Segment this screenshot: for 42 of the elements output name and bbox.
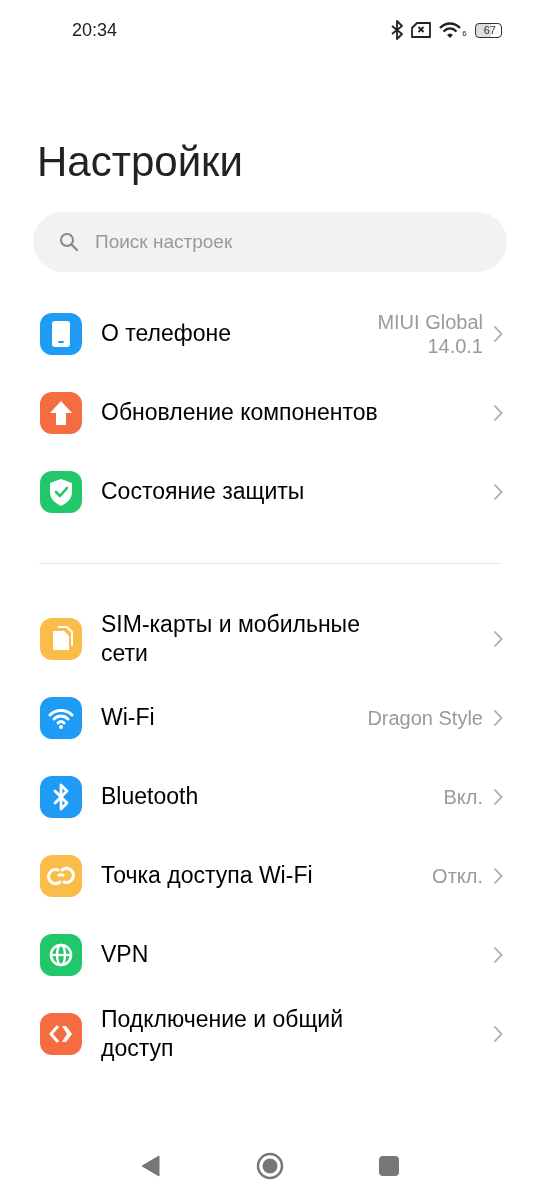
item-label: Подключение и общий доступ [101,1004,345,1063]
chevron-right-icon [493,403,503,422]
item-label: SIM-карты и мобильные сети [101,609,361,668]
chevron-right-icon [493,482,503,501]
settings-item[interactable]: Wi-Fi Dragon Style [0,678,540,757]
chevron-right-icon [493,1024,503,1043]
wifi-standard-label: 6 [462,30,467,38]
wifi-signal-icon [439,22,462,38]
page-title: Настройки [36,137,244,187]
settings-item[interactable]: Точка доступа Wi-Fi Откл. [0,836,540,915]
recents-icon[interactable] [379,1156,399,1176]
settings-item[interactable]: SIM-карты и мобильные сети [0,599,540,678]
chevron-right-icon [493,629,503,648]
search-field[interactable]: Поиск настроек [33,212,507,272]
back-icon[interactable] [141,1155,161,1177]
item-label: Wi-Fi [101,703,156,732]
item-value: MIUI Global 14.0.1 [376,309,483,358]
bluetooth-icon [391,20,404,40]
home-icon[interactable] [256,1152,284,1180]
no-sim-icon [411,22,432,38]
settings-item[interactable]: Bluetooth Вкл. [0,757,540,836]
item-label: Точка доступа Wi-Fi [101,861,314,890]
item-label: Bluetooth [101,782,200,811]
battery-indicator: 67 [474,22,502,38]
chevron-right-icon [493,787,503,806]
chevron-right-icon [493,708,503,727]
item-value: Dragon Style [367,705,483,730]
status-time: 20:34 [72,19,118,41]
settings-item[interactable]: VPN [0,915,540,994]
settings-item[interactable]: Обновление компонентов [0,373,540,452]
settings-item[interactable]: Состояние защиты [0,452,540,531]
chevron-right-icon [493,945,503,964]
chevron-right-icon [493,866,503,885]
item-label: Обновление компонентов [101,398,379,427]
item-label: Состояние защиты [101,477,306,506]
chevron-right-icon [493,324,503,343]
item-value: Вкл. [443,784,483,809]
item-label: О телефоне [101,319,232,348]
item-label: VPN [101,940,150,969]
settings-item[interactable]: О телефоне MIUI Global 14.0.1 [0,294,540,373]
settings-item[interactable]: Подключение и общий доступ [0,994,540,1073]
item-value: Откл. [432,863,483,888]
